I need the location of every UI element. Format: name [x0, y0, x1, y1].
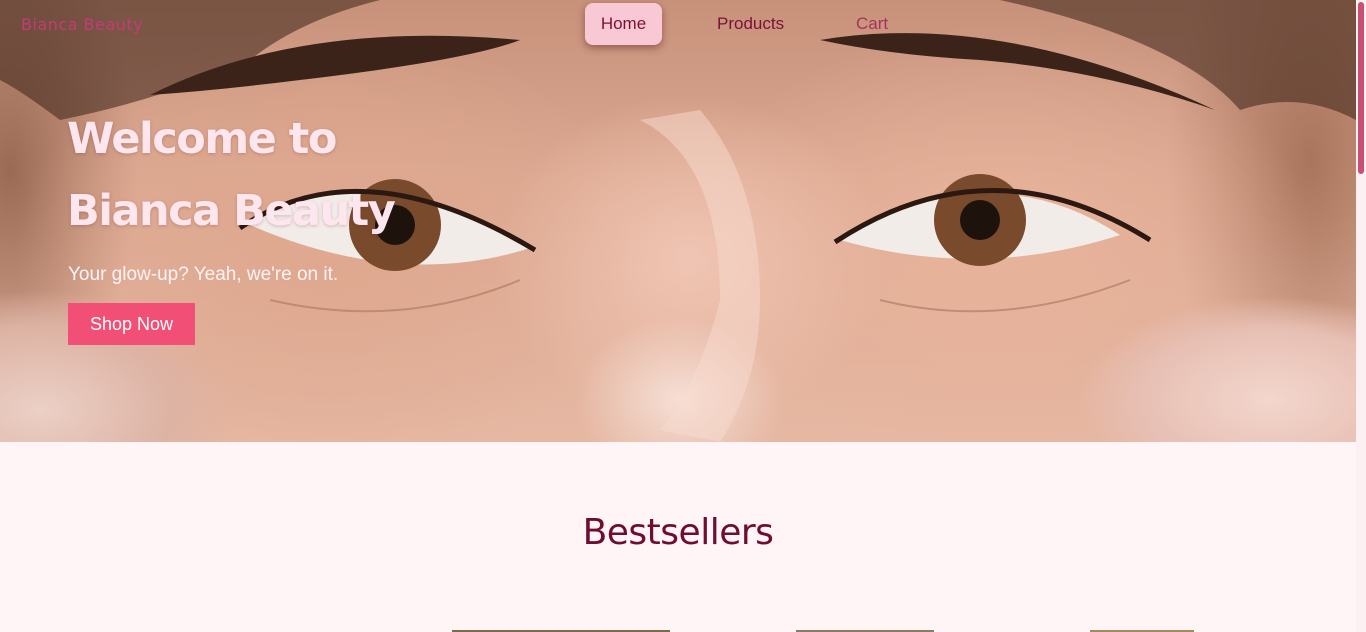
scrollbar-thumb[interactable] [1358, 2, 1364, 174]
page-scrollbar[interactable] [1356, 0, 1366, 632]
hero-banner: Bianca Beauty Home Products Cart Welcome… [0, 0, 1356, 442]
hero-title: Welcome to Bianca Beauty [67, 103, 487, 247]
hero-subtitle: Your glow-up? Yeah, we're on it. [68, 264, 339, 285]
brand-logo[interactable]: Bianca Beauty [21, 15, 143, 34]
shop-now-button[interactable]: Shop Now [68, 303, 195, 345]
nav-cart-link[interactable]: Cart [842, 3, 902, 45]
hero-title-line1: Welcome to [67, 114, 337, 164]
nav-home-link[interactable]: Home [585, 3, 662, 45]
hero-title-line2: Bianca Beauty [67, 186, 396, 236]
nav-products-link[interactable]: Products [703, 3, 798, 45]
bestsellers-heading: Bestsellers [582, 512, 774, 553]
